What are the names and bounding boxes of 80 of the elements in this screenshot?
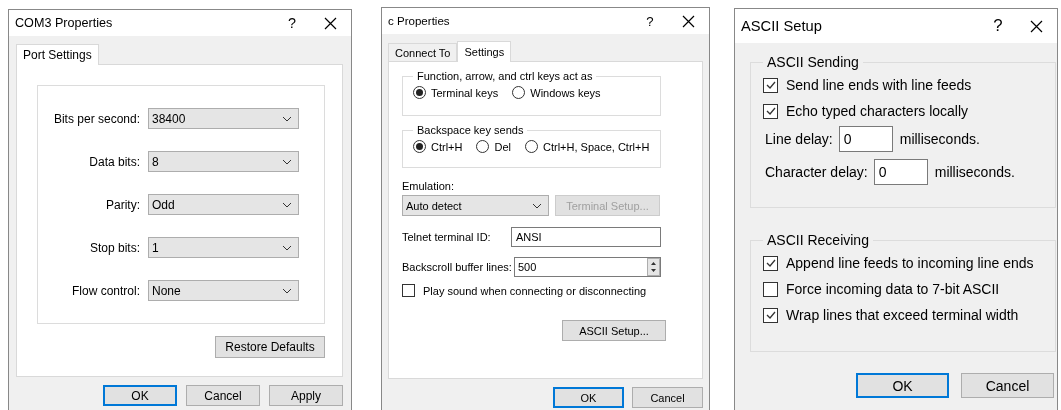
option-label: Windows keys bbox=[530, 86, 601, 99]
field-label: Line delay: bbox=[765, 131, 833, 147]
number-field[interactable]: 500 bbox=[514, 257, 661, 277]
field-label: Backscroll buffer lines: bbox=[402, 261, 513, 273]
unit-label: milliseconds. bbox=[934, 164, 1015, 180]
option-label: Del bbox=[494, 140, 511, 153]
close-icon[interactable] bbox=[324, 16, 337, 30]
checkbox-label: Play sound when connecting or disconnecting bbox=[423, 284, 647, 297]
option-label: Ctrl+H bbox=[431, 140, 463, 153]
field-label: Emulation: bbox=[402, 180, 455, 192]
window-title: c Properties bbox=[388, 15, 451, 27]
checkmark-icon bbox=[765, 81, 776, 89]
input-field[interactable]: ANSI bbox=[511, 227, 661, 247]
window-title: ASCII Setup bbox=[741, 18, 823, 34]
field-label: Telnet terminal ID: bbox=[402, 231, 492, 243]
tab[interactable]: Connect To bbox=[388, 43, 458, 61]
group-title: Function, arrow, and ctrl keys act as bbox=[416, 70, 594, 82]
checkbox-label: Append line feeds to incoming line ends bbox=[786, 255, 1034, 271]
field-label: Bits per second: bbox=[52, 111, 140, 126]
field-label: Character delay: bbox=[765, 164, 868, 180]
dialog-button[interactable]: Cancel bbox=[632, 387, 703, 408]
option-label: Terminal keys bbox=[431, 86, 499, 99]
checkbox-label: Echo typed characters locally bbox=[786, 103, 969, 119]
unit-label: milliseconds. bbox=[899, 131, 980, 147]
tab[interactable]: Port Settings bbox=[16, 44, 99, 65]
field-label: Parity: bbox=[105, 197, 140, 212]
option-label: Ctrl+H, Space, Ctrl+H bbox=[543, 140, 650, 153]
input-field[interactable]: 0 bbox=[838, 126, 893, 152]
help-button[interactable]: ? bbox=[272, 15, 312, 31]
checkbox-label: Wrap lines that exceed terminal width bbox=[786, 307, 1019, 323]
group-title: ASCII Sending bbox=[766, 54, 860, 70]
checkmark-icon bbox=[765, 311, 776, 319]
close-icon[interactable] bbox=[1030, 19, 1043, 33]
group-title: ASCII Receiving bbox=[766, 232, 870, 248]
ascii-setup-button[interactable]: ASCII Setup... bbox=[562, 320, 666, 341]
dropdown[interactable]: None bbox=[148, 280, 299, 301]
field-label: Flow control: bbox=[70, 283, 140, 298]
radio-button[interactable] bbox=[413, 86, 426, 99]
radio-button[interactable] bbox=[476, 140, 490, 153]
restore-defaults-button[interactable]: Restore Defaults bbox=[215, 336, 325, 358]
spinner-icon[interactable] bbox=[647, 258, 660, 276]
help-button[interactable]: ? bbox=[630, 13, 670, 29]
chevron-icon bbox=[282, 201, 292, 208]
field-label: Data bits: bbox=[88, 154, 140, 169]
checkbox[interactable] bbox=[763, 103, 778, 119]
close-icon[interactable] bbox=[682, 14, 695, 28]
checkbox-label: Send line ends with line feeds bbox=[786, 77, 972, 93]
checkbox[interactable] bbox=[763, 255, 778, 271]
checkmark-icon bbox=[765, 259, 776, 267]
checkbox[interactable] bbox=[763, 77, 778, 93]
checkbox-label: Force incoming data to 7-bit ASCII bbox=[786, 281, 1000, 297]
radio-button[interactable] bbox=[413, 140, 426, 153]
dialog-button[interactable]: Cancel bbox=[961, 373, 1054, 398]
help-button[interactable]: ? bbox=[978, 16, 1018, 36]
dropdown[interactable]: Auto detect bbox=[402, 195, 549, 216]
dropdown[interactable]: 38400 bbox=[148, 108, 299, 129]
chevron-icon bbox=[282, 115, 292, 122]
checkbox[interactable] bbox=[763, 307, 778, 323]
chevron-icon bbox=[282, 287, 292, 294]
ok-button[interactable]: OK bbox=[856, 373, 949, 398]
window-title: COM3 Properties bbox=[15, 16, 114, 30]
dropdown[interactable]: 8 bbox=[148, 151, 299, 172]
field-label: Stop bits: bbox=[88, 240, 140, 255]
ok-button[interactable]: OK bbox=[553, 387, 624, 408]
tab[interactable]: Settings bbox=[457, 41, 512, 62]
checkbox[interactable] bbox=[402, 284, 415, 297]
dropdown[interactable]: Odd bbox=[148, 194, 299, 215]
radio-button[interactable] bbox=[512, 86, 526, 99]
input-field[interactable]: 0 bbox=[873, 159, 928, 185]
checkbox[interactable] bbox=[763, 281, 778, 297]
group-title: Backspace key sends bbox=[416, 124, 525, 136]
dialog-button[interactable]: Cancel bbox=[186, 385, 260, 406]
chevron-icon bbox=[282, 244, 292, 251]
checkmark-icon bbox=[765, 107, 776, 115]
dropdown[interactable]: 1 bbox=[148, 237, 299, 258]
chevron-icon bbox=[532, 202, 542, 209]
ok-button[interactable]: OK bbox=[103, 385, 177, 406]
chevron-icon bbox=[282, 158, 292, 165]
dialog-button[interactable]: Apply bbox=[269, 385, 343, 406]
radio-button[interactable] bbox=[525, 140, 538, 153]
